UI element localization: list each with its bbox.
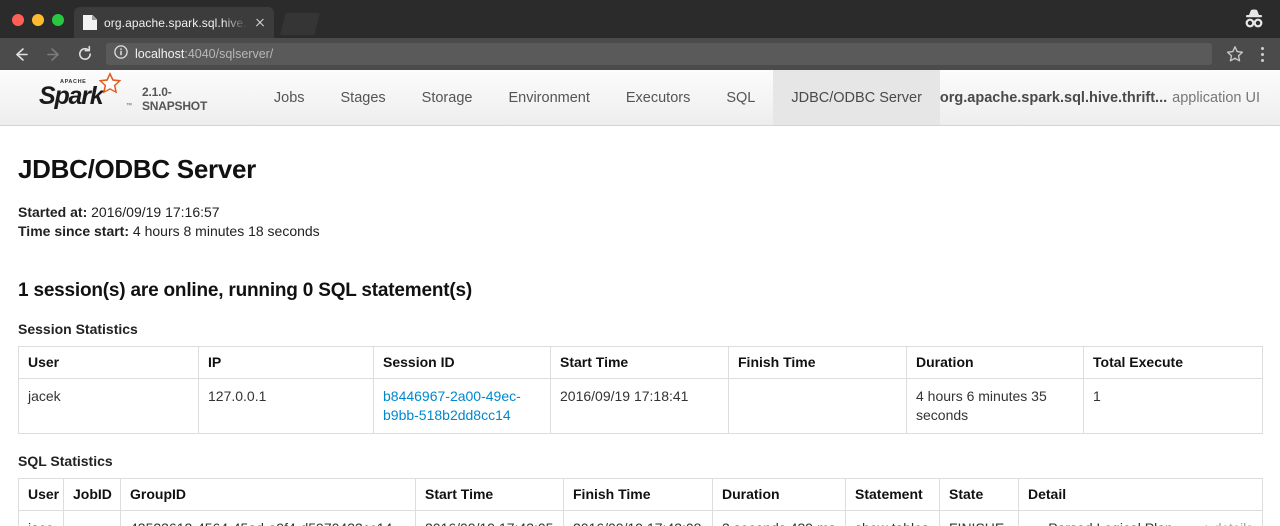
page-content: JDBC/ODBC Server Started at: 2016/09/19 …: [0, 154, 1280, 526]
url-path: :4040/sqlserver/: [184, 47, 273, 61]
session-statistics-title: Session Statistics: [18, 321, 1262, 337]
table-header-row: User JobID GroupID Start Time Finish Tim…: [19, 479, 1263, 511]
session-statistics-table: User IP Session ID Start Time Finish Tim…: [18, 346, 1263, 434]
address-bar[interactable]: localhost:4040/sqlserver/: [106, 43, 1212, 65]
application-title: org.apache.spark.sql.hive.thrift... appl…: [940, 70, 1280, 125]
page-title: JDBC/ODBC Server: [18, 154, 1262, 185]
table-header-row: User IP Session ID Start Time Finish Tim…: [19, 347, 1263, 379]
browser-window: org.apache.spark.sql.hive.thrift: [0, 0, 1280, 526]
nav-link-stages[interactable]: Stages: [323, 70, 404, 125]
nav-link-jobs[interactable]: Jobs: [256, 70, 323, 125]
column-header-duration[interactable]: Duration: [713, 479, 846, 511]
nav-link-storage[interactable]: Storage: [404, 70, 491, 125]
cell-user: jacek: [19, 379, 199, 434]
cell-ip: 127.0.0.1: [199, 379, 374, 434]
session-id-link[interactable]: b8446967-2a00-49ec-b9bb-518b2dd8cc14: [383, 388, 521, 423]
column-header-ip[interactable]: IP: [199, 347, 374, 379]
nav-link-jdbc-odbc-server[interactable]: JDBC/ODBC Server: [773, 70, 940, 125]
column-header-start-time[interactable]: Start Time: [551, 347, 729, 379]
server-meta: Started at: 2016/09/19 17:16:57 Time sin…: [18, 203, 1262, 241]
column-header-statement[interactable]: Statement: [846, 479, 940, 511]
detail-text: == Parsed Logical Plan ==: [1028, 520, 1173, 526]
table-row: jacek 127.0.0.1 b8446967-2a00-49ec-b9bb-…: [19, 379, 1263, 434]
star-icon[interactable]: [1220, 40, 1250, 68]
cell-group-id: 43523612-4564-45ad-a9f4-d5970433cc14: [121, 511, 416, 526]
info-circle-icon[interactable]: [114, 45, 128, 64]
incognito-icon: [1240, 6, 1268, 32]
column-header-user[interactable]: User: [19, 347, 199, 379]
time-since-start-value: 4 hours 8 minutes 18 seconds: [129, 223, 320, 239]
close-icon[interactable]: [252, 15, 268, 31]
spark-nav-links: Jobs Stages Storage Environment Executor…: [256, 70, 940, 125]
cell-state: FINISHED: [940, 511, 1019, 526]
cell-finish-time: 2016/09/19 17:43:08: [564, 511, 713, 526]
apache-spark-logo: APACHE Spark ™: [38, 70, 134, 115]
column-header-session-id[interactable]: Session ID: [374, 347, 551, 379]
sessions-online-heading: 1 session(s) are online, running 0 SQL s…: [18, 280, 1262, 302]
cell-user: jacek: [19, 511, 64, 526]
url-host: localhost: [135, 47, 184, 61]
column-header-start-time[interactable]: Start Time: [416, 479, 564, 511]
sql-statistics-table: User JobID GroupID Start Time Finish Tim…: [18, 478, 1263, 526]
forward-arrow-icon: [38, 40, 68, 68]
started-at-row: Started at: 2016/09/19 17:16:57: [18, 203, 1262, 222]
column-header-group-id[interactable]: GroupID: [121, 479, 416, 511]
column-header-finish-time[interactable]: Finish Time: [729, 347, 907, 379]
column-header-detail[interactable]: Detail: [1019, 479, 1263, 511]
browser-tab-title: org.apache.spark.sql.hive.thrift: [104, 16, 248, 30]
kebab-menu-icon[interactable]: [1252, 47, 1272, 62]
cell-start-time: 2016/09/19 17:18:41: [551, 379, 729, 434]
nav-link-environment[interactable]: Environment: [490, 70, 607, 125]
close-window-button[interactable]: [12, 14, 24, 26]
cell-statement: show tables: [846, 511, 940, 526]
column-header-duration[interactable]: Duration: [907, 347, 1084, 379]
cell-total-execute: 1: [1084, 379, 1263, 434]
spark-brand[interactable]: APACHE Spark ™ 2.1.0-SNAPSHOT: [0, 70, 230, 125]
svg-text:™: ™: [126, 102, 132, 109]
started-at-label: Started at:: [18, 204, 87, 220]
browser-toolbar: localhost:4040/sqlserver/: [0, 38, 1280, 70]
column-header-finish-time[interactable]: Finish Time: [564, 479, 713, 511]
sql-statistics-title: SQL Statistics: [18, 453, 1262, 469]
application-name: org.apache.spark.sql.hive.thrift...: [940, 90, 1167, 106]
back-arrow-icon[interactable]: [6, 40, 36, 68]
cell-finish-time: [729, 379, 907, 434]
cell-detail: == Parsed Logical Plan == + details: [1019, 511, 1263, 526]
cell-session-id: b8446967-2a00-49ec-b9bb-518b2dd8cc14: [374, 379, 551, 434]
column-header-user[interactable]: User: [19, 479, 64, 511]
nav-link-sql[interactable]: SQL: [708, 70, 773, 125]
detail-expand-link[interactable]: + details: [1202, 519, 1253, 526]
page-icon: [83, 15, 97, 30]
reload-icon[interactable]: [70, 40, 100, 68]
time-since-start-row: Time since start: 4 hours 8 minutes 18 s…: [18, 222, 1262, 241]
minimize-window-button[interactable]: [32, 14, 44, 26]
cell-duration: 4 hours 6 minutes 35 seconds: [907, 379, 1084, 434]
column-header-total-execute[interactable]: Total Execute: [1084, 347, 1263, 379]
spark-navbar: APACHE Spark ™ 2.1.0-SNAPSHOT Jobs Stage…: [0, 70, 1280, 126]
nav-link-executors[interactable]: Executors: [608, 70, 708, 125]
browser-tab-strip: org.apache.spark.sql.hive.thrift: [0, 0, 1280, 38]
cell-job-id: [64, 511, 121, 526]
started-at-value: 2016/09/19 17:16:57: [87, 204, 219, 220]
window-controls: [0, 14, 74, 38]
new-tab-button[interactable]: [280, 13, 320, 35]
browser-tab[interactable]: org.apache.spark.sql.hive.thrift: [74, 7, 274, 38]
table-row: jacek 43523612-4564-45ad-a9f4-d5970433cc…: [19, 511, 1263, 526]
column-header-state[interactable]: State: [940, 479, 1019, 511]
cell-start-time: 2016/09/19 17:43:05: [416, 511, 564, 526]
column-header-job-id[interactable]: JobID: [64, 479, 121, 511]
address-bar-url: localhost:4040/sqlserver/: [135, 47, 273, 61]
cell-duration: 3 seconds 439 ms: [713, 511, 846, 526]
application-title-suffix: application UI: [1172, 90, 1260, 106]
time-since-start-label: Time since start:: [18, 223, 129, 239]
maximize-window-button[interactable]: [52, 14, 64, 26]
svg-text:Spark: Spark: [39, 82, 105, 110]
spark-version: 2.1.0-SNAPSHOT: [142, 85, 230, 115]
